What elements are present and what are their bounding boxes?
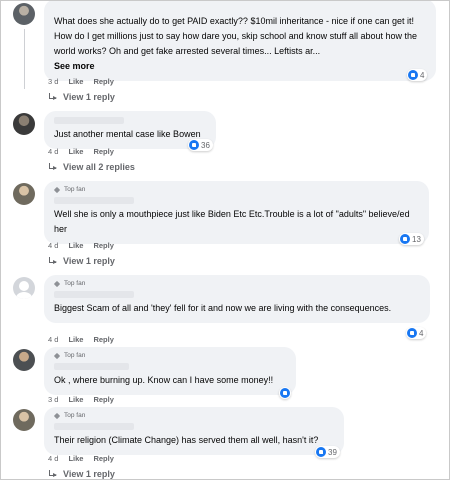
comment-time[interactable]: 3 d bbox=[48, 395, 58, 404]
reaction-number: 36 bbox=[201, 140, 210, 150]
reply-button[interactable]: Reply bbox=[93, 241, 113, 250]
like-icon bbox=[316, 447, 326, 457]
comment-actions: 4 d Like Reply bbox=[48, 335, 114, 344]
comment-time[interactable]: 4 d bbox=[48, 147, 58, 156]
comment-time[interactable]: 3 d bbox=[48, 77, 58, 86]
like-icon bbox=[407, 328, 417, 338]
avatar[interactable] bbox=[13, 277, 35, 299]
comment-actions: 4 d Like Reply bbox=[48, 454, 114, 463]
comment-bubble: Top fan Well she is only a mouthpiece ju… bbox=[44, 181, 429, 244]
like-button[interactable]: Like bbox=[68, 454, 83, 463]
commenter-name[interactable] bbox=[54, 197, 134, 204]
avatar[interactable] bbox=[13, 409, 35, 431]
avatar[interactable] bbox=[13, 349, 35, 371]
see-more-link[interactable]: See more bbox=[54, 59, 426, 74]
reaction-number: 4 bbox=[420, 70, 425, 80]
like-icon bbox=[280, 388, 290, 398]
like-button[interactable]: Like bbox=[68, 395, 83, 404]
top-fan-badge-icon bbox=[54, 281, 60, 287]
top-fan-badge: Top fan bbox=[54, 351, 286, 360]
top-fan-badge-icon bbox=[54, 187, 60, 193]
comment-bubble: What does she actually do to get PAID ex… bbox=[44, 1, 436, 81]
comment-actions: 4 d Like Reply bbox=[48, 147, 114, 156]
reaction-number: 13 bbox=[412, 234, 421, 244]
comment-text: Ok , where burning up. Know can I have s… bbox=[54, 375, 274, 385]
top-fan-badge: Top fan bbox=[54, 185, 419, 194]
commenter-name[interactable] bbox=[54, 423, 134, 430]
reaction-number: 4 bbox=[419, 328, 424, 338]
like-button[interactable]: Like bbox=[68, 77, 83, 86]
comment-time[interactable]: 4 d bbox=[48, 241, 58, 250]
like-button[interactable]: Like bbox=[68, 147, 83, 156]
commenter-name[interactable] bbox=[54, 117, 124, 124]
comment-bubble: Top fan Biggest Scam of all and 'they' f… bbox=[44, 275, 430, 323]
comment-text: Well she is only a mouthpiece just like … bbox=[54, 209, 410, 234]
top-fan-badge: Top fan bbox=[54, 411, 334, 420]
like-icon bbox=[408, 70, 418, 80]
reply-arrow-icon bbox=[48, 92, 57, 102]
reply-arrow-icon bbox=[48, 469, 57, 479]
view-replies-label: View 1 reply bbox=[63, 469, 115, 479]
comment-text: Biggest Scam of all and 'they' fell for … bbox=[54, 303, 392, 313]
top-fan-badge-icon bbox=[54, 353, 60, 359]
top-fan-label: Top fan bbox=[64, 352, 86, 359]
reply-button[interactable]: Reply bbox=[93, 335, 113, 344]
comment-1: What does she actually do to get PAID ex… bbox=[13, 1, 443, 105]
top-fan-label: Top fan bbox=[64, 186, 86, 193]
reaction-count[interactable] bbox=[279, 387, 291, 399]
reaction-count[interactable]: 39 bbox=[315, 446, 340, 458]
avatar[interactable] bbox=[13, 113, 35, 135]
comment-4: Top fan Biggest Scam of all and 'they' f… bbox=[13, 275, 443, 347]
comment-6: Top fan Their religion (Climate Change) … bbox=[13, 407, 443, 479]
view-replies-link[interactable]: View 1 reply bbox=[48, 92, 115, 102]
like-icon bbox=[189, 140, 199, 150]
avatar[interactable] bbox=[13, 183, 35, 205]
top-fan-label: Top fan bbox=[64, 412, 86, 419]
reaction-count[interactable]: 13 bbox=[399, 233, 424, 245]
thread-line bbox=[24, 29, 25, 89]
comments-panel: What does she actually do to get PAID ex… bbox=[0, 0, 450, 480]
comment-text: What does she actually do to get PAID ex… bbox=[54, 16, 418, 56]
view-replies-link[interactable]: View 1 reply bbox=[48, 469, 115, 479]
like-icon bbox=[400, 234, 410, 244]
comment-text: Their religion (Climate Change) has serv… bbox=[54, 435, 319, 445]
like-button[interactable]: Like bbox=[68, 335, 83, 344]
top-fan-badge: Top fan bbox=[54, 279, 420, 288]
view-replies-label: View all 2 replies bbox=[63, 162, 135, 172]
comment-3: Top fan Well she is only a mouthpiece ju… bbox=[13, 181, 443, 271]
reply-button[interactable]: Reply bbox=[93, 454, 113, 463]
comment-bubble: Top fan Their religion (Climate Change) … bbox=[44, 407, 344, 455]
commenter-name[interactable] bbox=[54, 363, 129, 370]
comment-5: Top fan Ok , where burning up. Know can … bbox=[13, 347, 443, 407]
reply-arrow-icon bbox=[48, 256, 57, 266]
comment-actions: 3 d Like Reply bbox=[48, 77, 114, 86]
comment-2: Just another mental case like Bowen 36 4… bbox=[13, 111, 443, 177]
top-fan-label: Top fan bbox=[64, 280, 86, 287]
view-replies-link[interactable]: View all 2 replies bbox=[48, 162, 135, 172]
reply-button[interactable]: Reply bbox=[93, 77, 113, 86]
like-button[interactable]: Like bbox=[68, 241, 83, 250]
comment-time[interactable]: 4 d bbox=[48, 335, 58, 344]
comment-text: Just another mental case like Bowen bbox=[54, 129, 201, 139]
comment-time[interactable]: 4 d bbox=[48, 454, 58, 463]
reaction-count[interactable]: 36 bbox=[188, 139, 213, 151]
view-replies-label: View 1 reply bbox=[63, 256, 115, 266]
reply-arrow-icon bbox=[48, 162, 57, 172]
comment-bubble: Top fan Ok , where burning up. Know can … bbox=[44, 347, 296, 395]
reply-button[interactable]: Reply bbox=[93, 147, 113, 156]
comment-actions: 4 d Like Reply bbox=[48, 241, 114, 250]
avatar[interactable] bbox=[13, 3, 35, 25]
reaction-number: 39 bbox=[328, 447, 337, 457]
reaction-count[interactable]: 4 bbox=[406, 327, 427, 339]
top-fan-badge-icon bbox=[54, 413, 60, 419]
view-replies-label: View 1 reply bbox=[63, 92, 115, 102]
commenter-name[interactable] bbox=[54, 291, 134, 298]
reaction-count[interactable]: 4 bbox=[407, 69, 428, 81]
reply-button[interactable]: Reply bbox=[93, 395, 113, 404]
comment-actions: 3 d Like Reply bbox=[48, 395, 114, 404]
view-replies-link[interactable]: View 1 reply bbox=[48, 256, 115, 266]
